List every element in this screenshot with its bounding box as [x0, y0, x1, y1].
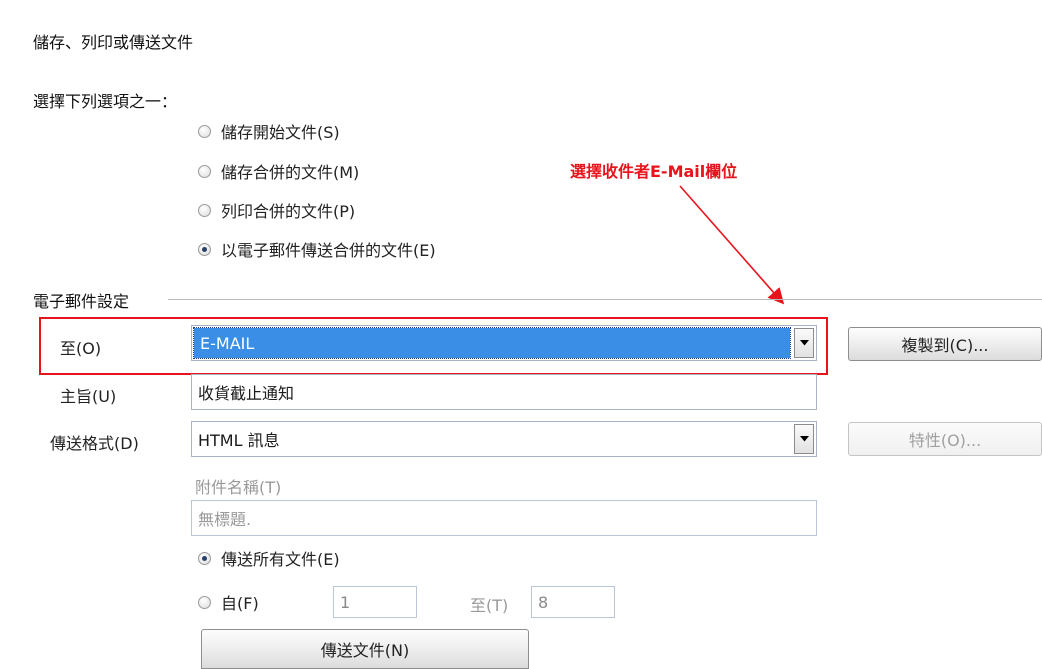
option-label: 儲存開始文件(S) [221, 123, 340, 142]
send-document-button[interactable]: 傳送文件(N) [201, 629, 529, 669]
send-range-option[interactable]: 自(F) [198, 590, 259, 614]
properties-button[interactable]: 特性(O)... [848, 422, 1042, 456]
group-divider [168, 299, 1042, 300]
attachment-name-input[interactable]: 無標題. [191, 500, 817, 536]
option-label: 列印合併的文件(P) [221, 202, 356, 221]
options-prompt: 選擇下列選項之一： [33, 92, 178, 111]
radio-button-selected[interactable] [198, 242, 211, 256]
option-email-merged-document[interactable]: 以電子郵件傳送合併的文件(E) [198, 237, 436, 261]
option-save-merged-document[interactable]: 儲存合併的文件(M) [198, 159, 359, 183]
option-label: 以電子郵件傳送合併的文件(E) [221, 241, 436, 260]
to-field-label: 至(O) [60, 339, 102, 358]
option-label: 儲存合併的文件(M) [221, 163, 360, 182]
format-field-label: 傳送格式(D) [50, 434, 139, 453]
email-settings-group-label: 電子郵件設定 [33, 292, 130, 311]
option-print-merged-document[interactable]: 列印合併的文件(P) [198, 198, 355, 222]
section-title: 儲存、列印或傳送文件 [33, 33, 194, 52]
to-field-select[interactable]: E-MAIL [191, 325, 817, 361]
subject-input[interactable]: 收貨截止通知 [191, 374, 817, 410]
radio-button[interactable] [198, 203, 211, 217]
copy-to-button[interactable]: 複製到(C)... [848, 327, 1042, 361]
chevron-down-icon[interactable] [794, 424, 814, 454]
format-selected-value: HTML 訊息 [198, 431, 280, 450]
to-field-selected-value: E-MAIL [193, 327, 791, 359]
send-all-label: 傳送所有文件(E) [221, 550, 340, 569]
format-select[interactable]: HTML 訊息 [191, 421, 817, 457]
radio-button[interactable] [198, 124, 211, 138]
from-label: 自(F) [221, 594, 259, 613]
option-save-start-document[interactable]: 儲存開始文件(S) [198, 119, 340, 143]
attachment-name-label: 附件名稱(T) [195, 478, 282, 497]
annotation-text: 選擇收件者E-Mail欄位 [570, 162, 738, 181]
annotation-arrow-icon [679, 185, 785, 305]
radio-button[interactable] [198, 595, 211, 609]
from-input[interactable]: 1 [333, 586, 417, 618]
subject-field-label: 主旨(U) [60, 387, 117, 406]
chevron-down-icon[interactable] [794, 328, 814, 358]
radio-button[interactable] [198, 164, 211, 178]
to-range-label: 至(T) [470, 596, 509, 615]
radio-button-selected[interactable] [198, 551, 211, 565]
to-range-input[interactable]: 8 [531, 586, 615, 618]
send-all-documents-option[interactable]: 傳送所有文件(E) [198, 546, 340, 570]
